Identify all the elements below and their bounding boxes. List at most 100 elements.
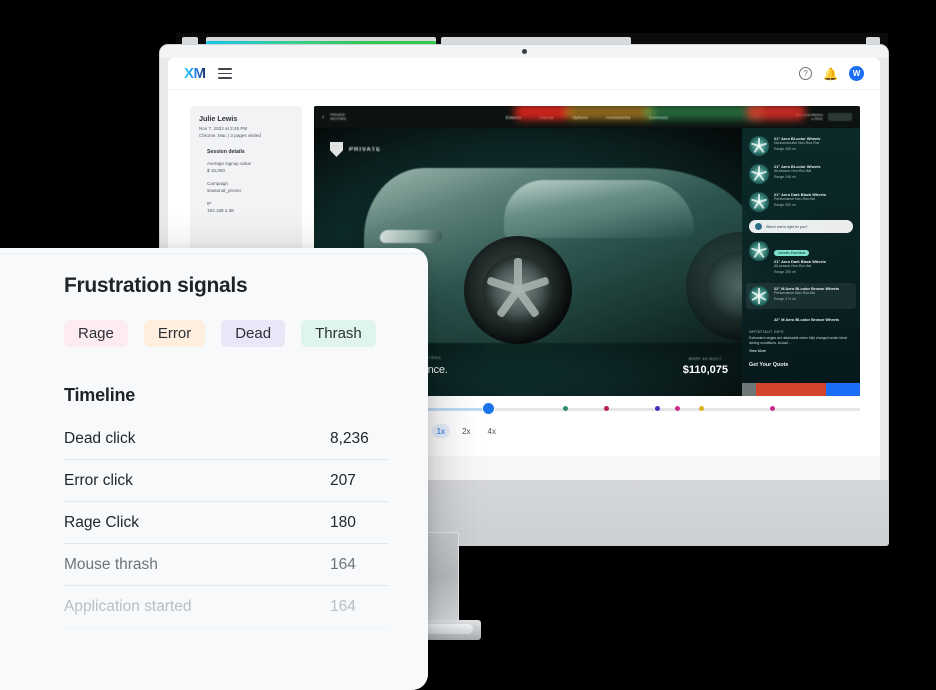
replayed-site-brandmark: PRIVATE MOTORS [330,112,347,121]
car-front-wheel [464,236,572,344]
mini-car-thumb [828,113,852,121]
page-title: Frustration signals [64,274,248,297]
wheel-options-rail[interactable]: 21" Aero Bi-color Wheels Nonconductive N… [742,128,860,396]
assistant-prompt-text: Which one is right for you? [766,224,808,229]
car-price-block: MSRP AS BUILT $110,075 [683,357,728,376]
wheel-option-range: Range 250 mi [774,203,796,208]
playback-speed-group: 1x 2x 4x [431,424,501,438]
quote-action-bar [742,383,860,396]
bell-icon[interactable]: 🔔 [823,68,838,80]
session-field-value: seasonal_promo [207,188,241,194]
car-price-value: $110,075 [682,364,728,376]
wheel-thumb-icon [749,286,769,307]
wheel-option-row[interactable]: 22" M Aero Bi-color Bronze Wheels [749,317,853,322]
timeline-marker[interactable] [603,406,609,412]
wheel-thumb-icon [749,192,769,212]
timeline-row-value: 164 [330,598,356,615]
speed-option-2x[interactable]: 2x [457,424,475,438]
chip-dead[interactable]: Dead [221,320,286,347]
wheel-option-row-selected[interactable]: 22" M Aero Bi-color Bronze Wheels Perfor… [746,283,856,310]
wheel-option-row[interactable]: 21" Aero Dark Black Wheels Performance N… [749,192,853,212]
avatar[interactable]: W [849,66,864,81]
chip-thrash[interactable]: Thrash [301,320,376,347]
get-quote-title: Get Your Quote [749,362,789,369]
screen-top-bezel [160,45,888,58]
wheel-option-row[interactable]: 21" Aero Bi-color Wheels Nonconductive N… [749,136,853,156]
wheel-option-range: Range 269 mi [774,147,796,152]
card-top-edge [0,248,428,254]
timeline-row[interactable]: Rage Click 180 [64,502,388,544]
wheel-option-sub: Performance Non-Run-flat [774,197,815,202]
timeline-row-label: Dead click [64,430,136,447]
view-more-link[interactable]: View More [749,349,853,353]
xm-logo[interactable]: XM [184,65,206,82]
assistant-prompt-pill[interactable]: Which one is right for you? [749,220,853,233]
nav-item: Summary [648,114,669,120]
header-actions: ? 🔔 W [799,66,864,81]
session-field: IP 192.158.1.38 [207,200,293,214]
session-visitor-name: Julie Lewis [199,114,238,123]
timeline-row[interactable]: Dead click 8,236 [64,418,388,460]
important-info-block: IMPORTANT INFO Estimated ranges are atta… [749,330,853,353]
hamburger-menu-icon[interactable] [217,68,232,79]
nav-item: Options [571,114,588,120]
timeline-row-label: Rage Click [64,514,139,531]
scrub-playhead[interactable] [483,403,495,414]
speed-option-1x[interactable]: 1x [431,424,451,438]
session-field: Campaign seasonal_promo [207,180,293,194]
wheel-option-range: Range 246 mi [774,175,796,180]
speed-option-4x[interactable]: 4x [483,424,501,438]
location-label: See Local Matches ● 20001 [795,112,823,121]
timeline-row-value: 207 [330,472,356,489]
timeline-row-value: 180 [330,514,356,531]
wheel-option-sub: All-season Non-Run-flat [774,264,812,269]
timeline-row[interactable]: Error click 207 [64,460,388,502]
session-field-label: IP [207,201,212,207]
session-field-label: Average signup value [207,160,252,166]
quote-bar-segment-cta [826,383,860,396]
car-glass [504,180,694,238]
frustration-signals-card: Frustration signals Rage Error Dead Thra… [0,248,428,690]
session-section-title: Session details [207,148,245,155]
wheel-option-sub: Nonconductive Non-Run-Flat [774,141,820,146]
back-chevron-icon: ‹ [322,113,325,121]
chip-error[interactable]: Error [143,320,206,347]
timeline-marker[interactable] [674,406,680,412]
brand-watermark: PRIVATE [330,142,381,157]
timeline-row[interactable]: Application started 164 [64,586,388,628]
session-device: Chrome, Mac | 3 pages visited [199,132,261,138]
wheel-thumb-icon [749,136,769,156]
quote-bar-segment-hot [756,383,826,396]
timeline-marker[interactable] [562,406,568,412]
help-icon[interactable]: ? [799,67,813,80]
timeline-row[interactable]: Mouse thrash 164 [64,544,388,586]
wheel-option-badge: Includes Essentials [774,250,810,256]
car-price-label: MSRP AS BUILT [688,357,722,361]
chip-rage[interactable]: Rage [64,320,128,347]
session-field-value: 192.158.1.38 [207,208,234,214]
wheel-option-row[interactable]: Includes Essentials 21" Aero Dark Black … [749,241,853,275]
wheel-option-sub: Performance Non-Run-flat [774,291,815,296]
wheel-option-name: 22" M Aero Bi-color Bronze Wheels [774,317,840,323]
session-field-value: $ 15,000 [207,167,225,173]
timeline-list: Dead click 8,236 Error click 207 Rage Cl… [64,418,388,628]
session-field: Average signup value $ 15,000 [207,160,293,174]
wheel-option-sub: All-season Non-Run-flat [774,169,812,174]
screenshot-stage: XM ? 🔔 W Julie Lewis Nov 7, 2022 at 2:45 [0,0,936,690]
wheel-option-range: Range 255 mi [774,270,796,275]
replayed-nav-right: See Local Matches ● 20001 [796,113,852,121]
wheel-option-row[interactable]: 21" Aero Bi-color Wheels All-season Non-… [749,164,853,184]
timeline-row-label: Application started [64,598,192,615]
nav-item: Interior [539,114,554,120]
wheel-thumb-icon [749,241,769,261]
session-field-label: Campaign [207,181,228,186]
important-info-title: IMPORTANT INFO [749,330,784,335]
car-headlight [378,230,444,243]
brand-shield-icon [330,142,343,157]
brand-name: PRIVATE [349,146,382,153]
timeline-row-label: Error click [64,472,133,489]
wheel-option-range: Range 274 mi [774,297,796,302]
replayed-site-nav: ‹ PRIVATE MOTORS Exterior Interior Option… [314,106,860,128]
important-info-body: Estimated ranges are attainable when ful… [749,336,847,346]
lightbulb-icon [755,223,762,230]
